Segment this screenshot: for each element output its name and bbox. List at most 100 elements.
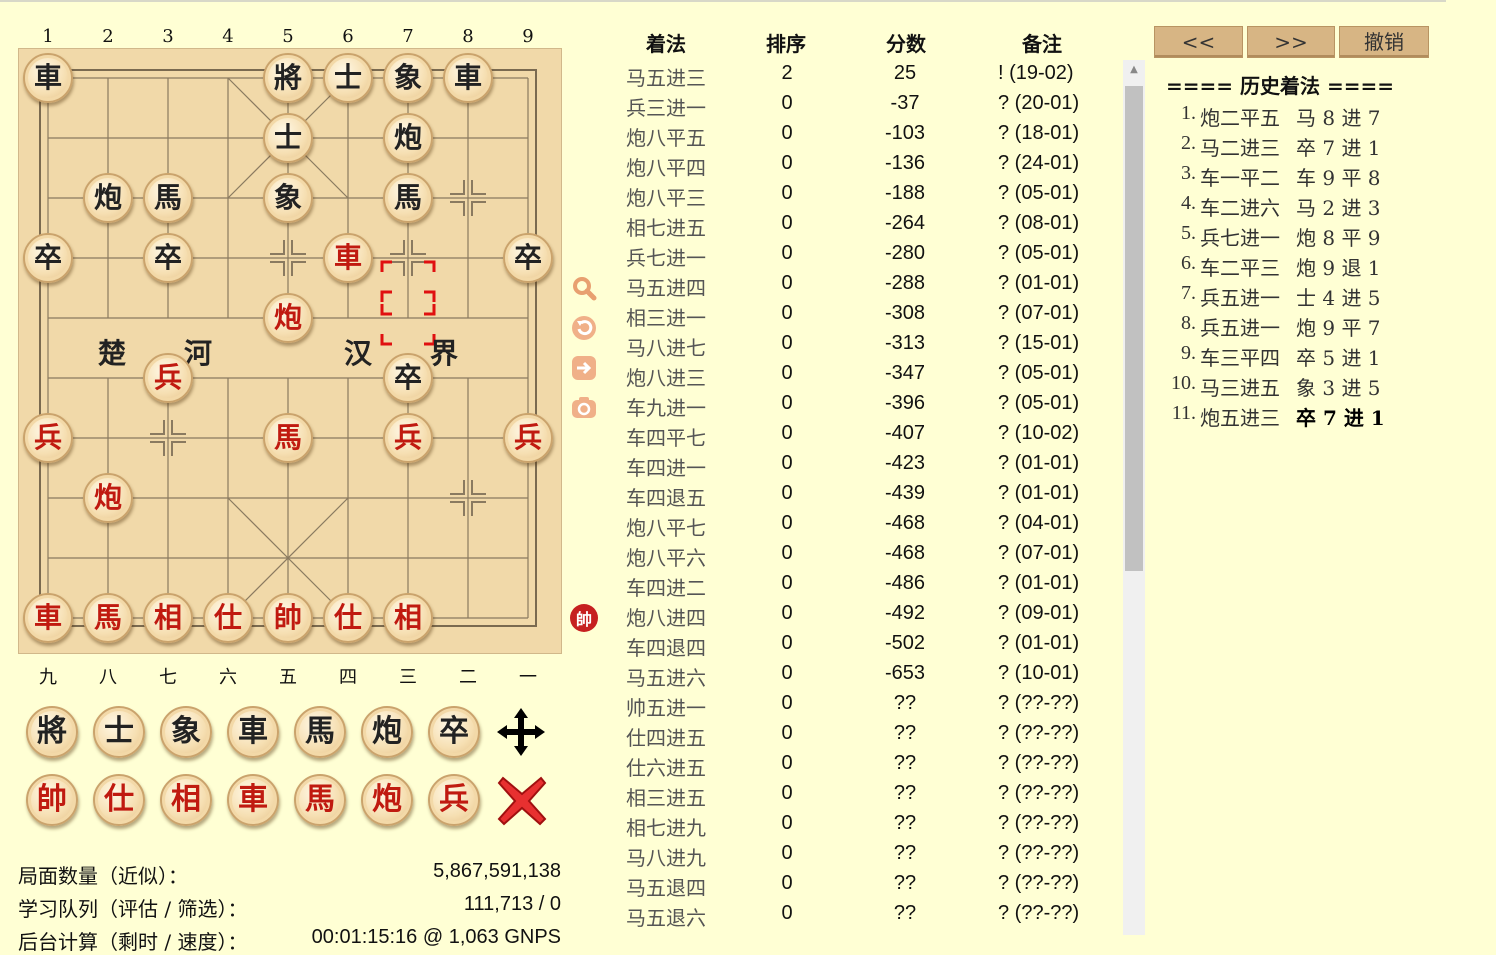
table-row[interactable]: 兵七进一 0 -280 ? (05-01)	[600, 242, 1100, 272]
table-row[interactable]: 帅五进一 0?? ? (??-??)	[600, 692, 1100, 722]
red-piece[interactable]: 相	[383, 593, 433, 643]
palette-red-piece[interactable]: 兵	[428, 774, 480, 826]
history-item[interactable]: 10. 马三进五象 3 进 5	[1160, 372, 1400, 402]
undo-button[interactable]: 撤销	[1339, 26, 1429, 58]
table-row[interactable]: 炮八进三 0 -347 ? (05-01)	[600, 362, 1100, 392]
red-piece[interactable]: 兵	[383, 413, 433, 463]
table-row[interactable]: 炮八平六 0 -468 ? (07-01)	[600, 542, 1100, 572]
red-piece[interactable]: 帥	[263, 593, 313, 643]
table-row[interactable]: 车四平七 0 -407 ? (10-02)	[600, 422, 1100, 452]
table-row[interactable]: 马八进九 0?? ? (??-??)	[600, 842, 1100, 872]
header-score[interactable]: 分数	[886, 28, 926, 57]
black-piece[interactable]: 卒	[383, 353, 433, 403]
black-piece[interactable]: 車	[443, 53, 493, 103]
table-row[interactable]: 马五进三 2 25 ! (19-02)	[600, 62, 1100, 92]
black-piece[interactable]: 馬	[143, 173, 193, 223]
palette-red-piece[interactable]: 馬	[294, 774, 346, 826]
search-icon[interactable]	[570, 274, 598, 302]
palette-red-piece[interactable]: 車	[227, 774, 279, 826]
delete-x-icon[interactable]	[495, 774, 549, 828]
black-piece[interactable]: 馬	[383, 173, 433, 223]
move-arrows-icon[interactable]	[495, 706, 547, 758]
palette-red-piece[interactable]: 相	[160, 774, 212, 826]
palette-red-piece[interactable]: 炮	[361, 774, 413, 826]
history-item[interactable]: 1. 炮二平五马 8 进 7	[1160, 102, 1400, 132]
table-row[interactable]: 车四退五 0 -439 ? (01-01)	[600, 482, 1100, 512]
table-row[interactable]: 相三进一 0 -308 ? (07-01)	[600, 302, 1100, 332]
black-piece[interactable]: 士	[323, 53, 373, 103]
rotate-icon[interactable]	[570, 314, 598, 342]
arrow-right-icon[interactable]	[570, 354, 598, 382]
black-piece[interactable]: 卒	[503, 233, 553, 283]
history-item[interactable]: 7. 兵五进一士 4 进 5	[1160, 282, 1400, 312]
black-piece[interactable]: 炮	[383, 113, 433, 163]
header-move[interactable]: 着法	[646, 28, 686, 57]
history-item[interactable]: 11. 炮五进三卒 7 进 1	[1160, 402, 1400, 432]
palette-black-piece[interactable]: 車	[227, 706, 279, 758]
red-piece[interactable]: 車	[323, 233, 373, 283]
palette-red-piece[interactable]: 帥	[26, 774, 78, 826]
table-row[interactable]: 马五进四 0 -288 ? (01-01)	[600, 272, 1100, 302]
table-row[interactable]: 车四进一 0 -423 ? (01-01)	[600, 452, 1100, 482]
prev-button[interactable]: <<	[1154, 26, 1243, 58]
table-row[interactable]: 兵三进一 0 -37 ? (20-01)	[600, 92, 1100, 122]
black-piece[interactable]: 象	[263, 173, 313, 223]
table-row[interactable]: 车四退四 0 -502 ? (01-01)	[600, 632, 1100, 662]
table-row[interactable]: 炮八平七 0 -468 ? (04-01)	[600, 512, 1100, 542]
black-piece[interactable]: 卒	[23, 233, 73, 283]
history-item[interactable]: 4. 车二进六马 2 进 3	[1160, 192, 1400, 222]
history-item[interactable]: 2. 马二进三卒 7 进 1	[1160, 132, 1400, 162]
table-row[interactable]: 仕六进五 0?? ? (??-??)	[600, 752, 1100, 782]
black-piece[interactable]: 將	[263, 53, 313, 103]
red-piece[interactable]: 仕	[203, 593, 253, 643]
table-row[interactable]: 车九进一 0 -396 ? (05-01)	[600, 392, 1100, 422]
history-item[interactable]: 3. 车一平二车 9 平 8	[1160, 162, 1400, 192]
red-piece[interactable]: 仕	[323, 593, 373, 643]
history-item[interactable]: 6. 车二平三炮 9 退 1	[1160, 252, 1400, 282]
palette-black-piece[interactable]: 士	[93, 706, 145, 758]
red-piece[interactable]: 炮	[83, 473, 133, 523]
red-piece[interactable]: 馬	[83, 593, 133, 643]
history-item[interactable]: 9. 车三平四卒 5 进 1	[1160, 342, 1400, 372]
moves-scrollbar[interactable]: ▲	[1123, 60, 1145, 935]
palette-black-piece[interactable]: 炮	[361, 706, 413, 758]
table-row[interactable]: 马五退四 0?? ? (??-??)	[600, 872, 1100, 902]
palette-red-piece[interactable]: 仕	[93, 774, 145, 826]
black-piece[interactable]: 士	[263, 113, 313, 163]
table-row[interactable]: 相七进九 0?? ? (??-??)	[600, 812, 1100, 842]
black-piece[interactable]: 炮	[83, 173, 133, 223]
palette-black-piece[interactable]: 象	[160, 706, 212, 758]
red-piece[interactable]: 兵	[143, 353, 193, 403]
table-row[interactable]: 炮八平三 0 -188 ? (05-01)	[600, 182, 1100, 212]
xiangqi-board[interactable]: 楚河汉界車將士象車士炮炮馬象馬卒卒車卒炮兵卒兵馬兵兵炮車馬相仕帥仕相	[18, 48, 562, 654]
red-piece[interactable]: 兵	[503, 413, 553, 463]
black-piece[interactable]: 卒	[143, 233, 193, 283]
palette-black-piece[interactable]: 馬	[294, 706, 346, 758]
red-piece[interactable]: 相	[143, 593, 193, 643]
palette-black-piece[interactable]: 卒	[428, 706, 480, 758]
black-piece[interactable]: 象	[383, 53, 433, 103]
table-row[interactable]: 马五退六 0?? ? (??-??)	[600, 902, 1100, 932]
header-rank[interactable]: 排序	[766, 28, 806, 57]
table-row[interactable]: 炮八进四 0 -492 ? (09-01)	[600, 602, 1100, 632]
red-piece[interactable]: 兵	[23, 413, 73, 463]
palette-black-piece[interactable]: 將	[26, 706, 78, 758]
table-row[interactable]: 马八进七 0 -313 ? (15-01)	[600, 332, 1100, 362]
scrollbar-thumb[interactable]	[1125, 86, 1143, 571]
scroll-up-arrow-icon[interactable]: ▲	[1123, 64, 1145, 75]
black-piece[interactable]: 車	[23, 53, 73, 103]
history-item[interactable]: 5. 兵七进一炮 8 平 9	[1160, 222, 1400, 252]
header-note[interactable]: 备注	[1022, 28, 1062, 57]
table-row[interactable]: 仕四进五 0?? ? (??-??)	[600, 722, 1100, 752]
history-item[interactable]: 8. 兵五进一炮 9 平 7	[1160, 312, 1400, 342]
table-row[interactable]: 马五进六 0 -653 ? (10-01)	[600, 662, 1100, 692]
red-piece[interactable]: 馬	[263, 413, 313, 463]
table-row[interactable]: 炮八平五 0 -103 ? (18-01)	[600, 122, 1100, 152]
table-row[interactable]: 相三进五 0?? ? (??-??)	[600, 782, 1100, 812]
next-button[interactable]: >>	[1247, 26, 1335, 58]
red-piece[interactable]: 車	[23, 593, 73, 643]
table-row[interactable]: 相七进五 0 -264 ? (08-01)	[600, 212, 1100, 242]
table-row[interactable]: 车四进二 0 -486 ? (01-01)	[600, 572, 1100, 602]
camera-icon[interactable]	[570, 394, 598, 422]
table-row[interactable]: 炮八平四 0 -136 ? (24-01)	[600, 152, 1100, 182]
